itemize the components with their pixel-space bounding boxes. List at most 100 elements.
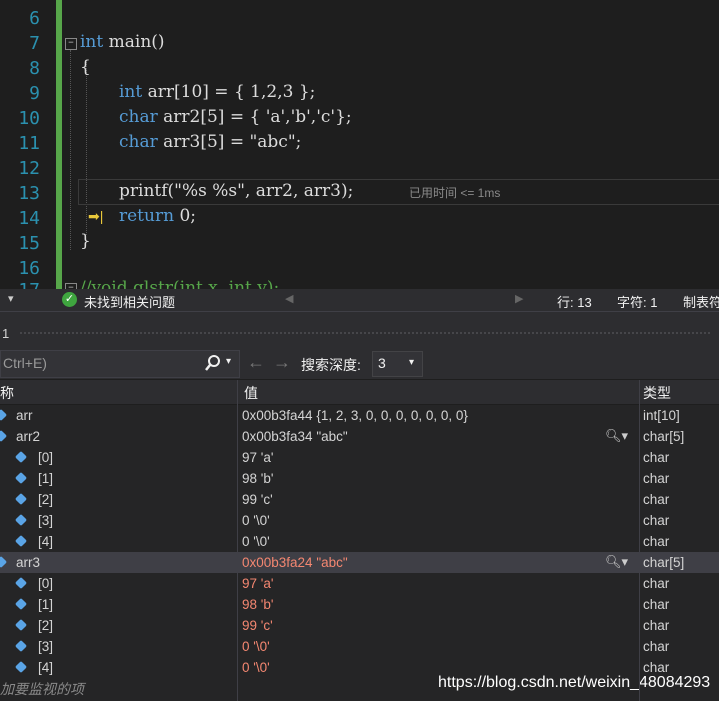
search-depth-label: 搜索深度: bbox=[301, 357, 361, 373]
code-keyword: char bbox=[119, 107, 158, 127]
watch-row[interactable]: arr 0x00b3fa44 {1, 2, 3, 0, 0, 0, 0, 0, … bbox=[0, 405, 719, 427]
code-line-13[interactable]: printf("%s %s", arr2, arr3); bbox=[119, 181, 353, 201]
check-circle-icon: ✓ bbox=[62, 292, 77, 307]
var-type: char bbox=[643, 639, 670, 654]
watermark-text: https://blog.csdn.net/weixin_48084293 bbox=[438, 674, 711, 691]
watch-row[interactable]: arr2 0x00b3fa34 "abc" 🔍︎▾ char[5] bbox=[0, 426, 719, 448]
var-type: char bbox=[643, 597, 670, 612]
var-value[interactable]: 99 'c' bbox=[242, 489, 636, 510]
watch-row[interactable]: [0] 97 'a' char bbox=[0, 447, 719, 469]
var-value[interactable]: 0 '\0' bbox=[242, 636, 636, 657]
line-number: 12 bbox=[18, 158, 40, 179]
zoom-dropdown-icon[interactable]: ▾ bbox=[8, 292, 14, 305]
var-value[interactable]: 0x00b3fa44 {1, 2, 3, 0, 0, 0, 0, 0, 0, 0… bbox=[242, 405, 636, 426]
back-arrow-icon[interactable]: ← bbox=[247, 352, 265, 373]
var-type: char bbox=[643, 513, 670, 528]
watch-row[interactable]: [4] 0 '\0' char bbox=[0, 531, 719, 553]
code-line-9[interactable]: int arr[10] = { 1,2,3 }; bbox=[119, 82, 315, 102]
watch-row[interactable]: [2] 99 'c' char bbox=[0, 615, 719, 637]
perf-tip[interactable]: 已用时间 <= 1ms bbox=[409, 184, 500, 201]
panel-title[interactable]: 1 bbox=[2, 326, 9, 341]
column-name-header[interactable]: 称 bbox=[0, 383, 14, 403]
variable-cube-icon bbox=[14, 660, 28, 674]
watch-row[interactable]: [0] 97 'a' char bbox=[0, 573, 719, 595]
var-name: [0] bbox=[38, 576, 54, 591]
scroll-right-icon[interactable]: ▶ bbox=[515, 292, 523, 305]
editor-status-bar: ▾ ✓ 未找到相关问题 ◀ ▶ 行: 13 字符: 1 制表符 bbox=[0, 289, 719, 311]
add-watch-placeholder[interactable]: 加要监视的项 bbox=[0, 679, 84, 699]
code-text: 0; bbox=[174, 206, 196, 226]
column-type-header[interactable]: 类型 bbox=[643, 383, 671, 403]
search-depth-select[interactable]: 3 ▾ bbox=[372, 351, 423, 377]
add-watch-row[interactable]: 加要监视的项 https://blog.csdn.net/weixin_4808… bbox=[0, 674, 719, 701]
column-divider[interactable] bbox=[237, 380, 238, 701]
var-type: char bbox=[643, 534, 670, 549]
var-type: char bbox=[643, 492, 670, 507]
watch-row[interactable]: [2] 99 'c' char bbox=[0, 489, 719, 511]
watch-row[interactable]: [3] 0 '\0' char bbox=[0, 636, 719, 658]
search-depth-value: 3 bbox=[378, 355, 386, 371]
variable-cube-icon bbox=[14, 618, 28, 632]
indent-guide bbox=[86, 60, 87, 235]
line-number: 7 bbox=[29, 33, 40, 54]
column-value-header[interactable]: 值 bbox=[244, 383, 258, 403]
code-text: arr2[5] = { 'a','b','c'}; bbox=[157, 107, 352, 127]
line-number: 16 bbox=[18, 258, 40, 279]
variable-cube-icon bbox=[14, 639, 28, 653]
tab-indicator[interactable]: 制表符 bbox=[683, 292, 719, 311]
magnifier-icon[interactable]: 🔍︎▾ bbox=[605, 428, 628, 444]
watch-column-headers: 称 值 类型 bbox=[0, 380, 719, 404]
watch-panel-header: 1 bbox=[0, 311, 719, 348]
code-line-10[interactable]: char arr2[5] = { 'a','b','c'}; bbox=[119, 107, 352, 127]
var-value[interactable]: 0x00b3fa24 "abc" bbox=[242, 552, 636, 573]
code-line-17[interactable]: //void qlstr(int x, int y); bbox=[80, 278, 279, 289]
code-line-15[interactable]: } bbox=[80, 231, 91, 251]
forward-arrow-icon[interactable]: → bbox=[273, 352, 291, 373]
code-keyword: int bbox=[119, 82, 143, 102]
watch-row[interactable]: [3] 0 '\0' char bbox=[0, 510, 719, 532]
var-value[interactable]: 0 '\0' bbox=[242, 531, 636, 552]
search-icon[interactable] bbox=[204, 354, 222, 372]
fold-collapse-icon[interactable]: − bbox=[65, 38, 77, 50]
watch-row[interactable]: [1] 98 'b' char bbox=[0, 594, 719, 616]
code-line-8[interactable]: { bbox=[80, 57, 91, 77]
var-name: [2] bbox=[38, 492, 54, 507]
code-line-11[interactable]: char arr3[5] = "abc"; bbox=[119, 132, 301, 152]
variable-cube-icon bbox=[14, 576, 28, 590]
var-value[interactable]: 0x00b3fa34 "abc" bbox=[242, 426, 636, 447]
variable-cube-icon bbox=[14, 471, 28, 485]
change-indicator-bar bbox=[56, 0, 62, 289]
search-placeholder: Ctrl+E) bbox=[3, 355, 47, 371]
var-name: [3] bbox=[38, 639, 54, 654]
watch-row-selected[interactable]: arr3 0x00b3fa24 "abc" 🔍︎▾ char[5] bbox=[0, 552, 719, 574]
watch-row[interactable]: [1] 98 'b' char bbox=[0, 468, 719, 490]
var-value[interactable]: 0 '\0' bbox=[242, 510, 636, 531]
code-editor[interactable]: 6 7 8 9 10 11 12 13 14 15 16 17 − − int … bbox=[0, 0, 719, 289]
var-type: char bbox=[643, 450, 670, 465]
search-dropdown-icon[interactable]: ▾ bbox=[226, 356, 231, 367]
line-number: 17 bbox=[0, 280, 40, 289]
var-name: arr2 bbox=[16, 429, 41, 444]
line-indicator[interactable]: 行: 13 bbox=[557, 292, 592, 311]
code-text: arr[10] = { 1,2,3 }; bbox=[142, 82, 316, 102]
scroll-left-icon[interactable]: ◀ bbox=[285, 292, 293, 305]
column-divider[interactable] bbox=[639, 380, 640, 701]
column-indicator[interactable]: 字符: 1 bbox=[617, 292, 657, 311]
code-line-7[interactable]: int main() bbox=[80, 32, 165, 52]
var-value[interactable]: 97 'a' bbox=[242, 447, 636, 468]
var-value[interactable]: 98 'b' bbox=[242, 468, 636, 489]
variable-cube-icon bbox=[14, 534, 28, 548]
issues-status[interactable]: 未找到相关问题 bbox=[84, 292, 175, 311]
line-number: 14 bbox=[18, 208, 40, 229]
code-line-14[interactable]: return 0; bbox=[119, 206, 196, 226]
var-value[interactable]: 98 'b' bbox=[242, 594, 636, 615]
line-number: 10 bbox=[18, 108, 40, 129]
execution-arrow-icon[interactable]: ➡| bbox=[88, 208, 103, 225]
var-value[interactable]: 99 'c' bbox=[242, 615, 636, 636]
var-name: [0] bbox=[38, 450, 54, 465]
code-keyword: return bbox=[119, 206, 175, 226]
line-number: 8 bbox=[29, 58, 40, 79]
magnifier-icon[interactable]: 🔍︎▾ bbox=[605, 554, 628, 570]
panel-grip[interactable] bbox=[20, 332, 710, 334]
var-value[interactable]: 97 'a' bbox=[242, 573, 636, 594]
